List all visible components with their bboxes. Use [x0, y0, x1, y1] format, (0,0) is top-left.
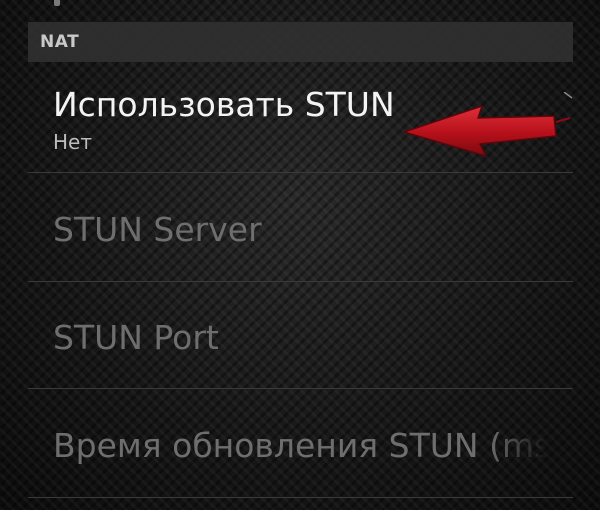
previous-item-edge: [28, 0, 573, 22]
settings-screen: NAT Использовать STUN Нет STUN Server ST…: [0, 0, 600, 510]
pref-stun-update-time-title: Время обновления STUN (ms): [53, 426, 548, 465]
pref-stun-port[interactable]: STUN Port: [28, 283, 573, 389]
pref-use-stun[interactable]: Использовать STUN Нет: [28, 63, 573, 173]
pref-stun-port-title: STUN Port: [53, 318, 219, 357]
pref-stun-server-title: STUN Server: [53, 210, 262, 249]
pref-use-stun-title: Использовать STUN: [53, 85, 395, 124]
pref-stun-update-time[interactable]: Время обновления STUN (ms): [28, 390, 573, 498]
section-header-title: NAT: [40, 32, 80, 52]
pref-use-stun-summary: Нет: [53, 130, 92, 154]
scroll-edge-mark: [54, 0, 60, 6]
section-header-nat: NAT: [28, 22, 573, 62]
pref-stun-server[interactable]: STUN Server: [28, 174, 573, 282]
